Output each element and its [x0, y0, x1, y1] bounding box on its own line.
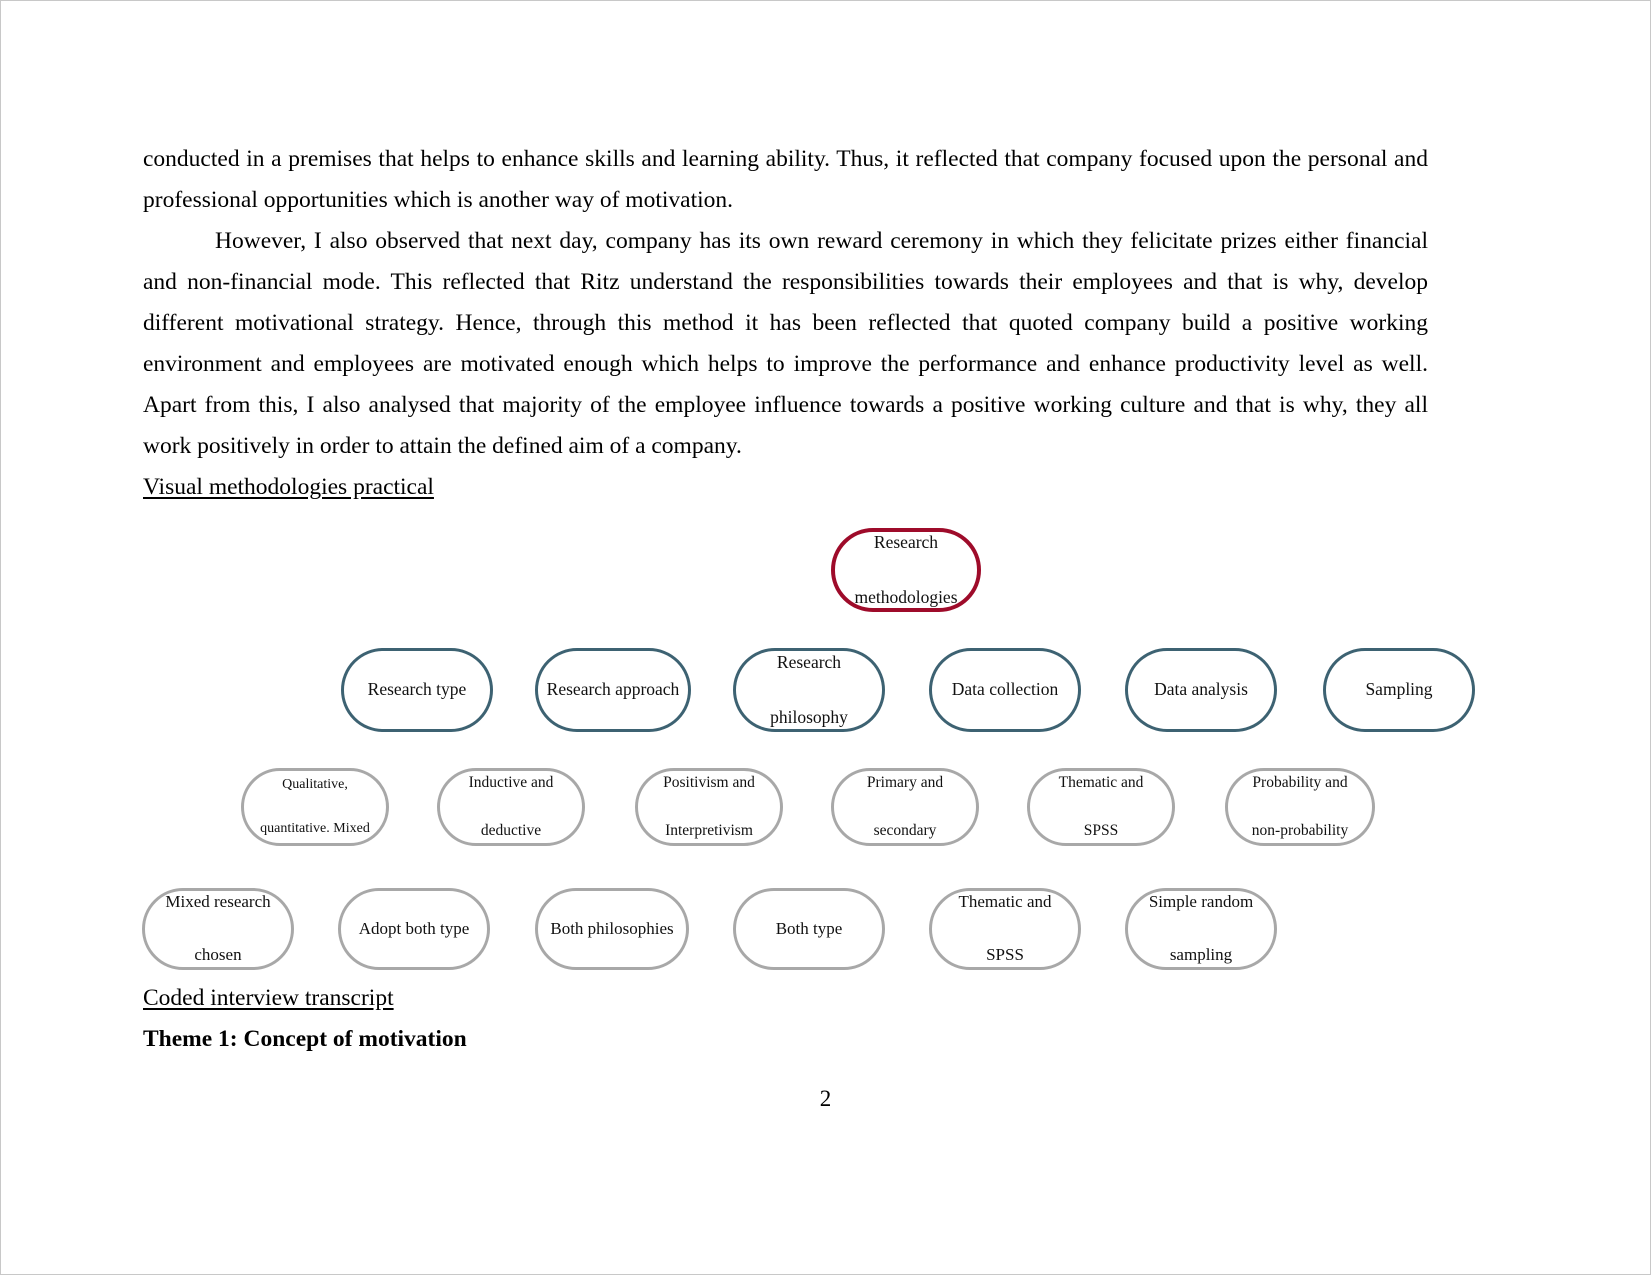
- diagram-node-both-philosophies: Both philosophies: [535, 888, 689, 970]
- diagram-node-simple-random-sampling-label: Simple random sampling: [1148, 892, 1254, 965]
- paragraph-2: However, I also observed that next day, …: [143, 228, 1428, 459]
- diagram-node-research-philosophy-label: Research philosophy: [770, 652, 848, 727]
- document-page: conducted in a premises that helps to en…: [0, 0, 1651, 1275]
- diagram-node-inductive-deductive-label: Inductive and deductive: [468, 773, 554, 840]
- diagram-node-qualitative-quantitative-mixed-label: Qualitative, quantitative. Mixed: [260, 777, 370, 836]
- diagram-node-root: Research methodologies: [831, 528, 981, 612]
- diagram-node-positivism-interpretivism-label: Positivism and Interpretivism: [663, 773, 755, 840]
- diagram-node-data-analysis: Data analysis: [1125, 648, 1277, 732]
- diagram-node-data-collection: Data collection: [929, 648, 1081, 732]
- diagram-node-qualitative-quantitative-mixed: Qualitative, quantitative. Mixed: [241, 768, 389, 846]
- diagram-node-research-type-label: Research type: [367, 679, 467, 700]
- diagram-node-research-approach-label: Research approach: [546, 679, 680, 700]
- diagram-node-sampling-label: Sampling: [1365, 679, 1433, 700]
- diagram-node-thematic-spss-level4-label: Thematic and SPSS: [958, 892, 1052, 965]
- diagram-node-both-philosophies-label: Both philosophies: [550, 918, 674, 938]
- diagram-node-research-approach: Research approach: [535, 648, 691, 732]
- heading-visual-methodologies: Visual methodologies practical: [143, 474, 434, 500]
- diagram-node-both-type: Both type: [733, 888, 885, 970]
- diagram-node-mixed-research-chosen-label: Mixed research chosen: [165, 892, 271, 965]
- diagram-node-positivism-interpretivism: Positivism and Interpretivism: [635, 768, 783, 846]
- diagram-node-thematic-spss-level3-label: Thematic and SPSS: [1058, 773, 1144, 840]
- diagram-node-research-type: Research type: [341, 648, 493, 732]
- diagram-node-root-label: Research methodologies: [854, 532, 958, 607]
- research-methodologies-diagram: Research methodologies Research type Rese…: [142, 508, 1475, 978]
- diagram-node-research-philosophy: Research philosophy: [733, 648, 885, 732]
- paragraph-1: conducted in a premises that helps to en…: [143, 146, 1428, 213]
- diagram-node-inductive-deductive: Inductive and deductive: [437, 768, 585, 846]
- diagram-node-probability-nonprobability-label: Probability and non-probability: [1251, 773, 1349, 840]
- diagram-node-sampling: Sampling: [1323, 648, 1475, 732]
- page-number: 2: [819, 1086, 832, 1111]
- diagram-node-thematic-spss-level4: Thematic and SPSS: [929, 888, 1081, 970]
- heading-theme-1: Theme 1: Concept of motivation: [143, 1026, 467, 1052]
- diagram-node-primary-secondary: Primary and secondary: [831, 768, 979, 846]
- diagram-node-simple-random-sampling: Simple random sampling: [1125, 888, 1277, 970]
- diagram-node-data-collection-label: Data collection: [951, 679, 1059, 700]
- diagram-node-adopt-both-type: Adopt both type: [338, 888, 490, 970]
- diagram-node-adopt-both-type-label: Adopt both type: [358, 918, 470, 938]
- diagram-node-mixed-research-chosen: Mixed research chosen: [142, 888, 294, 970]
- diagram-node-primary-secondary-label: Primary and secondary: [866, 773, 944, 840]
- diagram-node-both-type-label: Both type: [775, 918, 843, 938]
- diagram-node-data-analysis-label: Data analysis: [1154, 679, 1248, 700]
- diagram-node-probability-nonprobability: Probability and non-probability: [1225, 768, 1375, 846]
- document-content: conducted in a premises that helps to en…: [142, 139, 1475, 1060]
- heading-coded-interview-transcript: Coded interview transcript: [143, 985, 394, 1011]
- diagram-node-thematic-spss-level3: Thematic and SPSS: [1027, 768, 1175, 846]
